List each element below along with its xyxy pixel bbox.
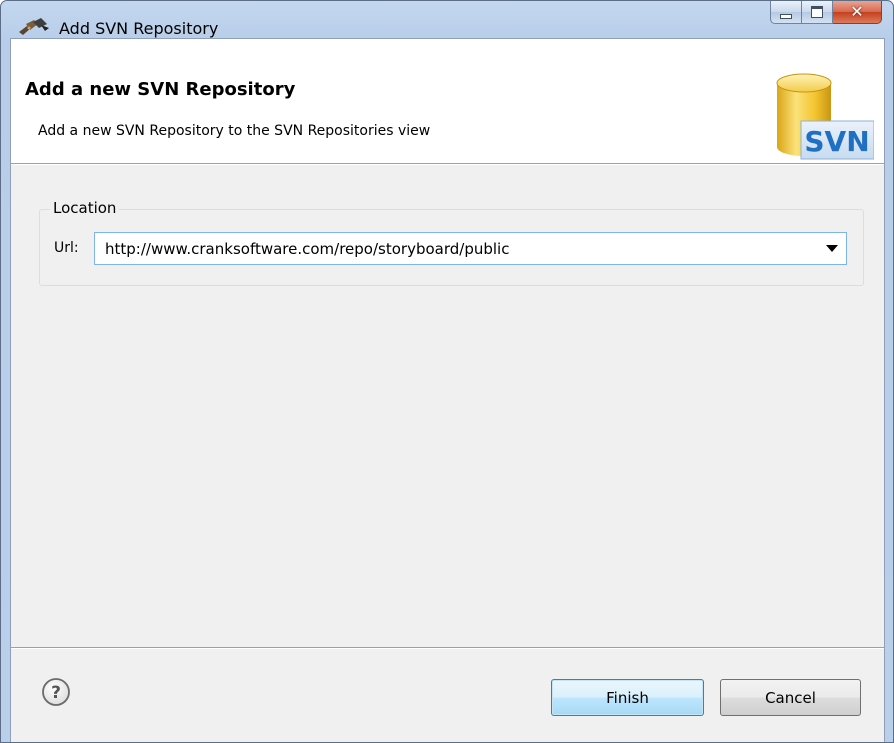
close-button[interactable]: ✕ (833, 1, 882, 24)
url-input[interactable] (95, 233, 805, 264)
page-description: Add a new SVN Repository to the SVN Repo… (38, 123, 431, 139)
question-mark-icon[interactable]: ? (41, 677, 71, 707)
svn-logo-icon: SVN (776, 73, 874, 160)
dialog-window: Add SVN Repository ✕ Add a new SVN Repos… (0, 0, 894, 743)
url-combobox[interactable] (94, 232, 847, 265)
location-group-label: Location (50, 198, 120, 218)
minimize-icon (780, 13, 792, 19)
maximize-button[interactable] (802, 1, 833, 24)
url-label: Url: (54, 240, 79, 256)
svg-text:?: ? (51, 683, 61, 703)
dialog-client-area: Add a new SVN Repository Add a new SVN R… (10, 38, 885, 742)
wizard-banner: Add a new SVN Repository Add a new SVN R… (11, 39, 884, 164)
window-controls: ✕ (770, 1, 882, 25)
close-icon: ✕ (850, 2, 864, 21)
maximize-icon (811, 6, 823, 18)
location-group: Location Url: (39, 198, 864, 286)
page-title: Add a new SVN Repository (25, 79, 296, 100)
cancel-button[interactable]: Cancel (720, 679, 861, 716)
plug-connector-icon (19, 18, 49, 35)
chevron-down-icon (826, 245, 838, 252)
title-bar[interactable]: Add SVN Repository ✕ (1, 1, 893, 39)
url-dropdown-button[interactable] (818, 233, 846, 264)
minimize-button[interactable] (770, 1, 802, 24)
svn-logo-text: SVN (804, 125, 869, 158)
window-title: Add SVN Repository (59, 19, 219, 38)
banner-divider (11, 164, 884, 165)
footer-divider-highlight (11, 648, 884, 649)
finish-button[interactable]: Finish (551, 679, 704, 716)
